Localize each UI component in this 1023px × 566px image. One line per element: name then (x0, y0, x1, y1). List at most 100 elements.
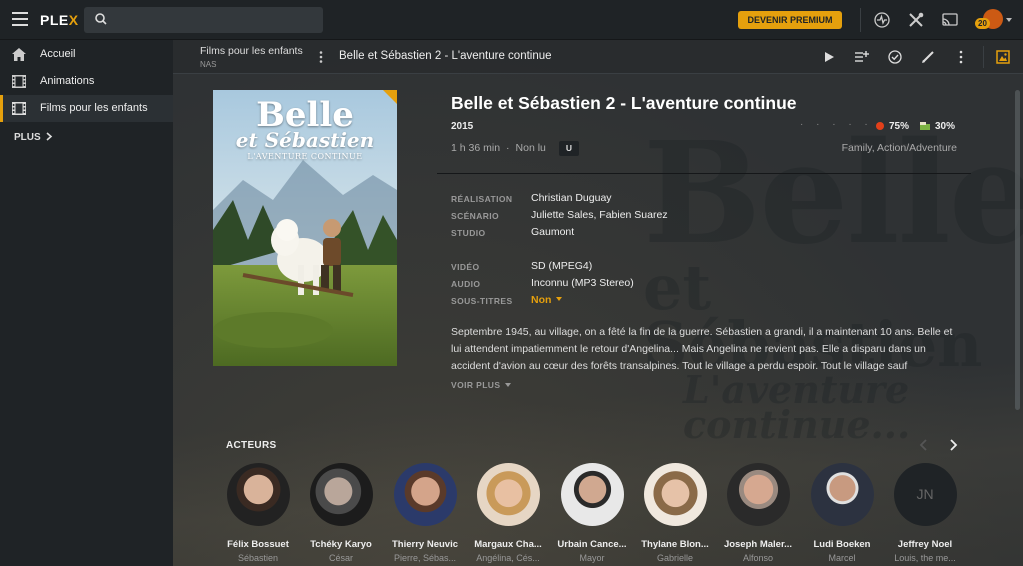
chevron-left-icon[interactable] (917, 438, 931, 452)
detail-value-writer[interactable]: Juliette Sales, Fabien Suarez (531, 209, 668, 221)
actor-card[interactable]: Urbain Cance... Mayor (550, 463, 634, 563)
movie-year: 2015 (451, 121, 474, 132)
actor-name: Tchéky Karyo (310, 539, 372, 550)
search-input[interactable] (84, 7, 323, 33)
movie-genres: Family, Action/Adventure (841, 142, 957, 154)
detail-value-audio[interactable]: Inconnu (MP3 Stereo) (531, 277, 634, 289)
toolbar-title: Belle et Sébastien 2 - L'aventure contin… (339, 50, 552, 62)
subtitles-dropdown[interactable]: Non (531, 294, 563, 306)
detail-label-writer: SCÉNARIO (451, 211, 500, 221)
poster-title-line2: et Sébastien (235, 127, 375, 152)
cast-icon[interactable] (940, 10, 960, 30)
actor-card[interactable]: Thylane Blon... Gabrielle (633, 463, 717, 563)
chevron-down-icon[interactable] (1006, 18, 1012, 22)
actor-name: Ludi Boeken (813, 539, 871, 550)
item-toolbar: Films pour les enfants NAS Belle et Séba… (173, 40, 1023, 74)
actor-card[interactable]: Margaux Cha... Angélina, Cés... (466, 463, 550, 563)
actor-photo (560, 463, 624, 526)
detail-label-video: VIDÉO (451, 262, 480, 272)
menu-icon[interactable] (12, 12, 28, 26)
actor-role: Mayor (579, 553, 605, 563)
popcorn-icon (920, 122, 930, 130)
actor-photo (393, 463, 457, 526)
actor-card[interactable]: Joseph Maler... Alfonso (716, 463, 800, 563)
actor-role: César (328, 553, 353, 563)
actor-role: Louis, the me... (894, 553, 956, 563)
toolbar-divider (860, 8, 861, 32)
scrollbar[interactable] (1015, 90, 1020, 410)
poster-corner-marker (383, 90, 397, 104)
sidebar: Accueil Animations Films pour les enfant… (0, 40, 173, 566)
actor-role: Pierre, Sébas... (393, 553, 457, 563)
actor-role: Alfonso (742, 553, 774, 563)
sidebar-item-label: Accueil (40, 48, 76, 60)
settings-tools-icon[interactable] (906, 10, 926, 30)
actor-photo (643, 463, 707, 526)
play-icon[interactable] (821, 49, 837, 65)
actor-card[interactable]: Tchéky Karyo César (299, 463, 383, 563)
details-divider (437, 173, 971, 174)
critic-rating-value: 75% (889, 121, 910, 132)
film-icon (12, 75, 26, 88)
subtitles-value: Non (531, 294, 552, 306)
sidebar-more-link[interactable]: PLUS (0, 128, 173, 148)
sidebar-item-label: Films pour les enfants (40, 102, 148, 114)
poster-title-line1: Belle (256, 95, 354, 135)
top-bar: PLEX DEVENIR PREMIUM 20 (0, 0, 1023, 40)
more-options-icon[interactable] (319, 51, 323, 63)
actor-card[interactable]: Ludi Boeken Marcel (800, 463, 884, 563)
actor-card[interactable]: JN Jeffrey Noel Louis, the me... (883, 463, 967, 563)
mark-watched-icon[interactable] (887, 49, 903, 65)
film-icon (12, 102, 26, 115)
actor-name: Thierry Neuvic (392, 539, 458, 550)
sidebar-item-films-enfants[interactable]: Films pour les enfants (0, 95, 173, 122)
sidebar-item-accueil[interactable]: Accueil (0, 41, 173, 68)
watch-status: Non lu (515, 142, 546, 154)
poster-title: Belle et Sébastien L'AVENTURE CONTINUE (213, 95, 397, 161)
tomato-icon (876, 122, 884, 130)
sidebar-more-label: PLUS (14, 132, 41, 143)
actor-card[interactable]: Thierry Neuvic Pierre, Sébas... (383, 463, 467, 563)
chevron-right-icon[interactable] (946, 438, 960, 452)
critic-rating: 75% (876, 121, 909, 132)
detail-label-audio: AUDIO (451, 279, 481, 289)
actor-name: Thylane Blon... (641, 539, 709, 550)
user-star-rating[interactable]: · · · · · (800, 119, 873, 130)
more-vertical-icon[interactable] (953, 49, 969, 65)
detail-label-director: RÉALISATION (451, 194, 513, 204)
detail-value-director[interactable]: Christian Duguay (531, 192, 612, 204)
movie-poster[interactable]: Belle et Sébastien L'AVENTURE CONTINUE (213, 90, 397, 366)
movie-meta: 1 h 36 min · Non lu (451, 142, 546, 154)
background-image-icon[interactable] (995, 49, 1011, 65)
chevron-down-icon (505, 383, 512, 387)
detail-label-studio: STUDIO (451, 228, 486, 238)
see-more-label: VOIR PLUS (451, 380, 501, 390)
detail-value-studio[interactable]: Gaumont (531, 226, 574, 238)
actor-name: Margaux Cha... (474, 539, 542, 550)
add-to-queue-icon[interactable] (854, 49, 870, 65)
actor-photo (726, 463, 790, 526)
edit-icon[interactable] (920, 49, 936, 65)
breadcrumb-library[interactable]: Films pour les enfants (200, 45, 303, 57)
plex-app: PLEX DEVENIR PREMIUM 20 Accueil Animatio… (0, 0, 1023, 566)
actor-photo-placeholder: JN (893, 463, 957, 526)
see-more-button[interactable]: VOIR PLUS (451, 380, 512, 390)
movie-title: Belle et Sébastien 2 - L'aventure contin… (451, 93, 797, 113)
sidebar-item-animations[interactable]: Animations (0, 68, 173, 95)
poster-title-line3: L'AVENTURE CONTINUE (247, 151, 363, 161)
avatar[interactable]: 20 (975, 8, 1003, 32)
activity-icon[interactable] (872, 10, 892, 30)
actor-initials: JN (893, 463, 957, 526)
detail-label-subtitles: SOUS-TITRES (451, 296, 513, 306)
actor-name: Félix Bossuet (227, 539, 289, 550)
actors-heading: ACTEURS (226, 440, 277, 451)
audience-rating-value: 30% (935, 121, 956, 132)
search-icon (95, 13, 107, 25)
premium-button[interactable]: DEVENIR PREMIUM (738, 11, 842, 29)
actor-role: Sébastien (237, 553, 279, 563)
plex-logo[interactable]: PLEX (40, 12, 79, 28)
actor-card[interactable]: Félix Bossuet Sébastien (216, 463, 300, 563)
actor-role: Angélina, Cés... (476, 553, 540, 563)
breadcrumb-server: NAS (200, 60, 217, 69)
actor-role: Gabrielle (656, 553, 694, 563)
